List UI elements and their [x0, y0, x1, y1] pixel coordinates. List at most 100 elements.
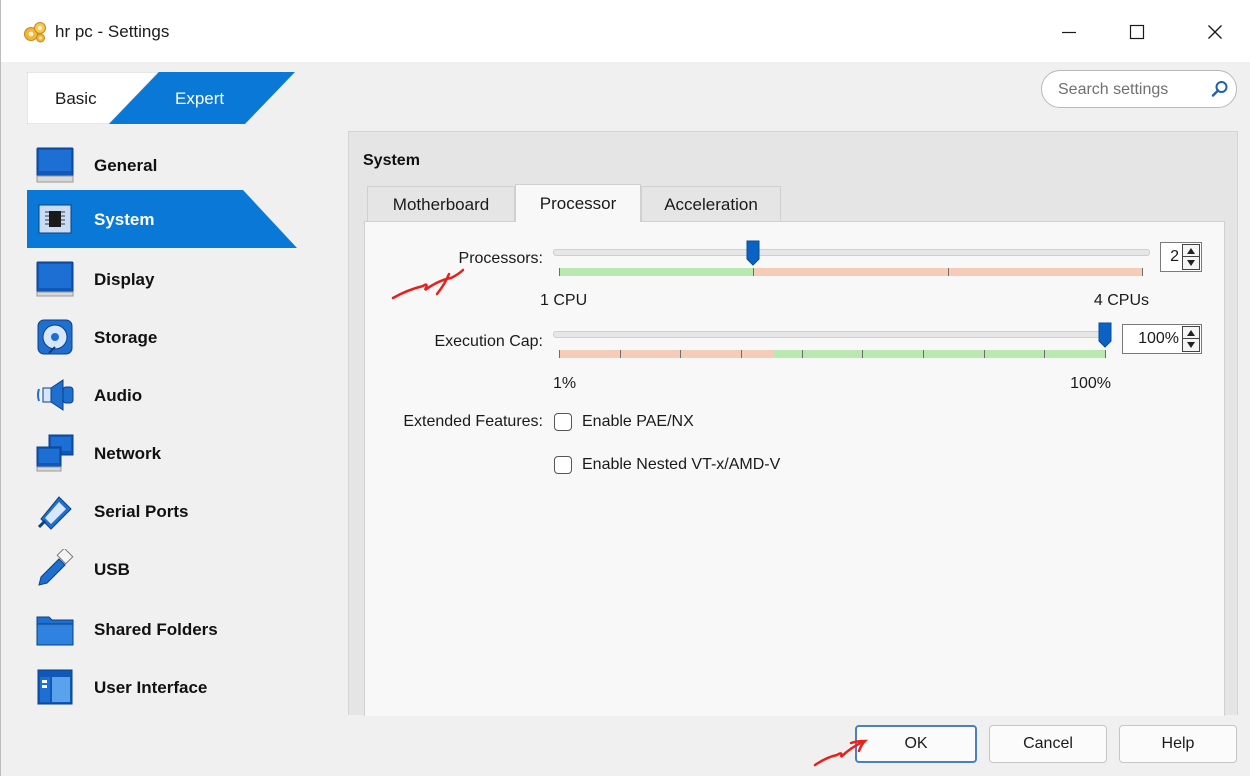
enable-nested-vtx-checkbox[interactable]: Enable Nested VT-x/AMD-V — [554, 453, 780, 477]
search-icon[interactable] — [1211, 80, 1229, 98]
checkbox-box[interactable] — [554, 413, 572, 431]
sidebar-item-label: Storage — [94, 328, 158, 347]
search-input[interactable] — [1058, 78, 1198, 102]
execution-cap-slider[interactable] — [553, 331, 1105, 338]
minimize-icon — [1062, 31, 1076, 34]
scale-tick — [862, 350, 864, 358]
enable-pae-nx-checkbox[interactable]: Enable PAE/NX — [554, 410, 694, 434]
processors-spin-arrows[interactable] — [1182, 244, 1200, 270]
page-title: System — [363, 152, 420, 169]
scale-tick — [559, 350, 560, 358]
sidebar-item-network[interactable]: Network — [27, 424, 327, 482]
annotation-arrow — [813, 739, 869, 767]
scale-tick — [559, 268, 560, 276]
basic-mode-button[interactable]: Basic — [55, 89, 97, 109]
gear-cluster-icon — [24, 22, 46, 43]
tab-processor[interactable]: Processor — [515, 184, 641, 222]
scale-tick — [947, 268, 949, 276]
checkbox-box[interactable] — [554, 456, 572, 474]
minimize-button[interactable] — [1047, 14, 1091, 50]
sidebar-item-display[interactable]: Display — [27, 250, 327, 308]
scale-ok-segment — [559, 268, 754, 276]
monitor-icon — [36, 261, 74, 297]
usb-icon — [38, 549, 74, 586]
scale-tick — [1142, 268, 1143, 276]
processors-slider-handle[interactable] — [746, 240, 760, 266]
ok-button[interactable]: OK — [855, 725, 977, 763]
general-screen-icon — [36, 147, 74, 183]
execution-cap-scale — [559, 350, 1106, 358]
sidebar-item-usb[interactable]: USB — [27, 540, 327, 598]
processor-tab-content: Processors: 1 CPU 4 CPUs Execution Cap: — [364, 221, 1225, 716]
close-icon — [1208, 25, 1222, 39]
scale-tick — [983, 350, 985, 358]
sidebar-item-label: Audio — [94, 386, 143, 405]
extended-features-label: Extended Features: — [403, 413, 543, 430]
expert-mode-button[interactable]: Expert — [175, 89, 224, 109]
scale-tick — [753, 268, 755, 276]
maximize-icon — [1129, 24, 1145, 40]
sidebar-item-audio[interactable]: Audio — [27, 366, 327, 424]
cancel-button[interactable]: Cancel — [989, 725, 1107, 763]
execution-cap-slider-handle[interactable] — [1098, 322, 1112, 348]
title-bar[interactable]: hr pc - Settings — [1, 0, 1250, 62]
execution-cap-max-label: 100% — [1070, 375, 1111, 392]
help-button[interactable]: Help — [1119, 725, 1237, 763]
spin-up-icon[interactable] — [1183, 327, 1199, 339]
settings-window: hr pc - Settings Basic Expert Search set… — [0, 0, 1250, 776]
sidebar-item-user-interface[interactable]: User Interface — [27, 658, 327, 716]
sidebar-item-label: Serial Ports — [94, 502, 189, 521]
network-icon — [36, 434, 74, 472]
mode-switch: Basic Expert — [27, 72, 295, 124]
spin-down-icon[interactable] — [1183, 257, 1199, 269]
scale-tick — [1105, 350, 1106, 358]
sidebar-item-label: Network — [94, 444, 162, 463]
sidebar-item-label: General — [94, 156, 158, 175]
disc-icon — [37, 319, 73, 355]
scale-tick — [619, 350, 621, 358]
chip-icon — [38, 204, 72, 234]
sidebar-item-shared-folders[interactable]: Shared Folders — [27, 600, 327, 658]
scale-ok-segment — [774, 350, 1105, 358]
execution-cap-spin-arrows[interactable] — [1182, 326, 1200, 352]
scale-tick — [680, 350, 682, 358]
tab-motherboard[interactable]: Motherboard — [367, 186, 515, 222]
execution-cap-input[interactable] — [1127, 329, 1179, 349]
processors-input[interactable] — [1165, 247, 1179, 267]
spin-down-icon[interactable] — [1183, 339, 1199, 351]
window-title: hr pc - Settings — [55, 22, 170, 41]
processors-scale — [559, 268, 1143, 276]
sidebar-item-serial-ports[interactable]: Serial Ports — [27, 482, 327, 540]
search-box[interactable] — [1041, 70, 1237, 108]
sidebar-item-label: Display — [94, 270, 155, 289]
sidebar-item-label: System — [94, 210, 155, 229]
scale-tick — [801, 350, 803, 358]
checkbox-label: Enable Nested VT-x/AMD-V — [582, 456, 781, 473]
checkbox-label: Enable PAE/NX — [582, 413, 694, 430]
annotation-scribble — [391, 268, 465, 300]
processors-slider[interactable] — [553, 249, 1150, 256]
sidebar-item-label: Shared Folders — [94, 620, 218, 639]
sidebar-item-label: USB — [94, 560, 130, 579]
processors-spinbox[interactable] — [1160, 242, 1202, 272]
speaker-icon — [37, 379, 74, 411]
close-button[interactable] — [1193, 14, 1237, 50]
execution-cap-min-label: 1% — [553, 375, 577, 392]
sidebar-item-general[interactable]: General — [27, 136, 327, 194]
processors-min-label: 1 CPU — [540, 292, 588, 309]
tab-acceleration[interactable]: Acceleration — [641, 186, 781, 222]
processors-max-label: 4 CPUs — [1093, 292, 1149, 309]
system-settings-panel: System Motherboard Processor Acceleratio… — [348, 131, 1238, 716]
spin-up-icon[interactable] — [1183, 245, 1199, 257]
folder-icon — [36, 616, 74, 646]
sidebar-item-label: User Interface — [94, 678, 208, 697]
maximize-button[interactable] — [1115, 14, 1159, 50]
scale-tick — [923, 350, 924, 358]
execution-cap-label: Execution Cap: — [434, 333, 543, 350]
sidebar-item-storage[interactable]: Storage — [27, 308, 327, 366]
serial-port-icon — [37, 496, 72, 530]
sidebar-item-system[interactable]: System — [27, 190, 327, 248]
user-interface-icon — [37, 669, 73, 705]
execution-cap-spinbox[interactable] — [1122, 324, 1202, 354]
scale-tick — [741, 350, 742, 358]
